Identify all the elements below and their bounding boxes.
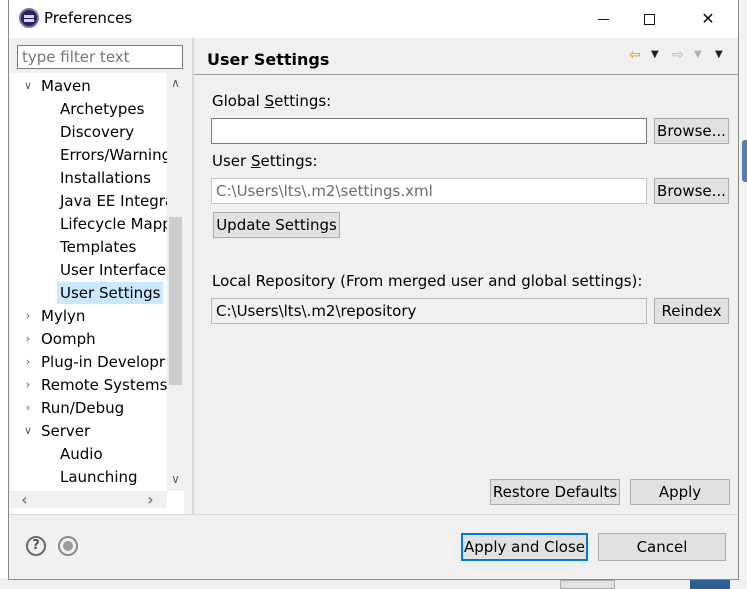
chevron-right-icon[interactable]: › xyxy=(22,328,34,350)
chevron-right-icon[interactable]: › xyxy=(22,397,34,419)
tree-item-label: Installations xyxy=(60,169,151,187)
mnemonic-letter: S xyxy=(250,152,261,170)
cancel-button[interactable]: Cancel xyxy=(598,533,726,561)
user-settings-field[interactable]: C:\Users\lts\.m2\settings.xml xyxy=(211,178,647,204)
tree-item-label: Errors/Warning xyxy=(60,146,167,164)
panel-divider[interactable] xyxy=(192,38,194,514)
tree-item-label: Launching xyxy=(60,468,138,486)
scroll-right-icon[interactable]: › xyxy=(142,491,159,508)
user-browse-button[interactable]: Browse... xyxy=(654,178,729,204)
forward-arrow-icon: ⇨ xyxy=(672,47,684,63)
restore-defaults-button[interactable]: Restore Defaults xyxy=(490,479,620,505)
tree-item-label: Plug-in Developr xyxy=(41,353,166,371)
tree-item-label: Server xyxy=(41,422,91,440)
tree-item-templates[interactable]: Templates xyxy=(10,236,167,258)
record-macro-icon[interactable] xyxy=(58,536,78,556)
label-part: User xyxy=(212,152,251,170)
tree-item-java-ee-integration[interactable]: Java EE Integra xyxy=(10,190,167,212)
tree-item-label: Java EE Integra xyxy=(60,192,167,210)
local-repository-label: Local Repository (From merged user and g… xyxy=(212,272,643,290)
mnemonic-letter: S xyxy=(264,92,275,110)
background-blue-button xyxy=(742,140,747,182)
maximize-button[interactable] xyxy=(626,0,672,38)
tree-item-user-settings[interactable]: User Settings xyxy=(10,282,167,304)
tree-scrollbar-thumb[interactable] xyxy=(169,217,182,385)
apply-and-close-button[interactable]: Apply and Close xyxy=(461,533,588,561)
tree-item-lifecycle-mappings[interactable]: Lifecycle Mapp xyxy=(10,213,167,235)
tree-item-label: Discovery xyxy=(60,123,135,141)
back-arrow-icon[interactable]: ⇦ xyxy=(629,47,641,63)
tree-item-label: Remote Systems xyxy=(41,376,167,394)
tree-item-user-interface[interactable]: User Interface xyxy=(10,259,167,281)
reindex-button[interactable]: Reindex xyxy=(654,298,729,324)
tree-item-label: Archetypes xyxy=(60,100,145,118)
help-icon[interactable]: ? xyxy=(26,536,46,556)
update-settings-button[interactable]: Update Settings xyxy=(213,212,340,238)
chevron-right-icon[interactable]: › xyxy=(22,351,34,373)
tree-item-label: Lifecycle Mapp xyxy=(60,215,167,233)
preference-tree: ∨ Maven Archetypes Discovery Errors/Warn… xyxy=(10,73,184,514)
footer-separator xyxy=(9,514,738,515)
global-settings-field[interactable] xyxy=(211,118,647,144)
tree-item-plugin-development[interactable]: › Plug-in Developr xyxy=(10,351,167,373)
minimize-button[interactable] xyxy=(580,0,626,38)
global-settings-label: Global Settings: xyxy=(212,92,331,110)
tree-item-mylyn[interactable]: › Mylyn xyxy=(10,305,167,327)
title-bar: Preferences ✕ xyxy=(9,0,738,38)
background-bottom-button xyxy=(560,580,615,589)
chevron-down-icon[interactable]: ∨ xyxy=(22,75,34,97)
chevron-right-icon[interactable]: › xyxy=(22,374,34,396)
background-right-strip xyxy=(739,0,747,589)
tree-item-server[interactable]: ∨ Server xyxy=(10,420,167,442)
back-dropdown-icon[interactable]: ▼ xyxy=(651,49,659,60)
maximize-icon xyxy=(643,14,655,25)
tree-item-label: User Settings xyxy=(57,282,164,304)
scroll-left-icon[interactable]: ‹ xyxy=(16,491,33,508)
window-title: Preferences xyxy=(44,9,133,27)
tree-item-maven[interactable]: ∨ Maven xyxy=(10,75,167,97)
minimize-icon xyxy=(597,19,609,20)
tree-item-discovery[interactable]: Discovery xyxy=(10,121,167,143)
tree-item-label: Audio xyxy=(60,445,103,463)
scroll-up-icon[interactable]: ∧ xyxy=(167,75,184,92)
view-menu-icon[interactable]: ▼ xyxy=(715,49,723,60)
tree-item-remote-systems[interactable]: › Remote Systems xyxy=(10,374,167,396)
preferences-dialog: Preferences ✕ ∨ Maven Archetypes Discove… xyxy=(8,0,739,580)
close-button[interactable]: ✕ xyxy=(685,0,731,38)
tree-item-errors-warnings[interactable]: Errors/Warning xyxy=(10,144,167,166)
tree-item-label: User Interface xyxy=(60,261,167,279)
tree-item-run-debug[interactable]: › Run/Debug xyxy=(10,397,167,419)
tree-item-label: Templates xyxy=(60,238,137,256)
header-separator xyxy=(194,74,738,75)
background-bottom-button-blue xyxy=(690,580,730,589)
chevron-right-icon[interactable]: › xyxy=(22,305,34,327)
global-browse-button[interactable]: Browse... xyxy=(654,118,729,144)
eclipse-icon xyxy=(19,8,39,28)
forward-dropdown-icon: ▼ xyxy=(694,49,702,60)
local-repository-field[interactable]: C:\Users\lts\.m2\repository xyxy=(211,298,647,324)
tree-item-label: Maven xyxy=(41,77,91,95)
tree-item-label: Mylyn xyxy=(41,307,86,325)
chevron-down-icon[interactable]: ∨ xyxy=(22,420,34,442)
label-part: ettings: xyxy=(274,92,332,110)
apply-button[interactable]: Apply xyxy=(630,479,730,505)
scroll-down-icon[interactable]: ∨ xyxy=(167,471,184,488)
page-title: User Settings xyxy=(207,50,330,69)
tree-item-launching[interactable]: Launching xyxy=(10,466,167,488)
tree-item-label: Oomph xyxy=(41,330,96,348)
user-settings-label: User Settings: xyxy=(212,152,318,170)
tree-item-oomph[interactable]: › Oomph xyxy=(10,328,167,350)
tree-item-audio[interactable]: Audio xyxy=(10,443,167,465)
close-icon: ✕ xyxy=(701,9,715,28)
tree-item-installations[interactable]: Installations xyxy=(10,167,167,189)
label-part: ettings: xyxy=(260,152,318,170)
filter-input[interactable] xyxy=(17,45,183,69)
tree-item-label: Run/Debug xyxy=(41,399,125,417)
tree-item-archetypes[interactable]: Archetypes xyxy=(10,98,167,120)
label-part: Global xyxy=(212,92,265,110)
